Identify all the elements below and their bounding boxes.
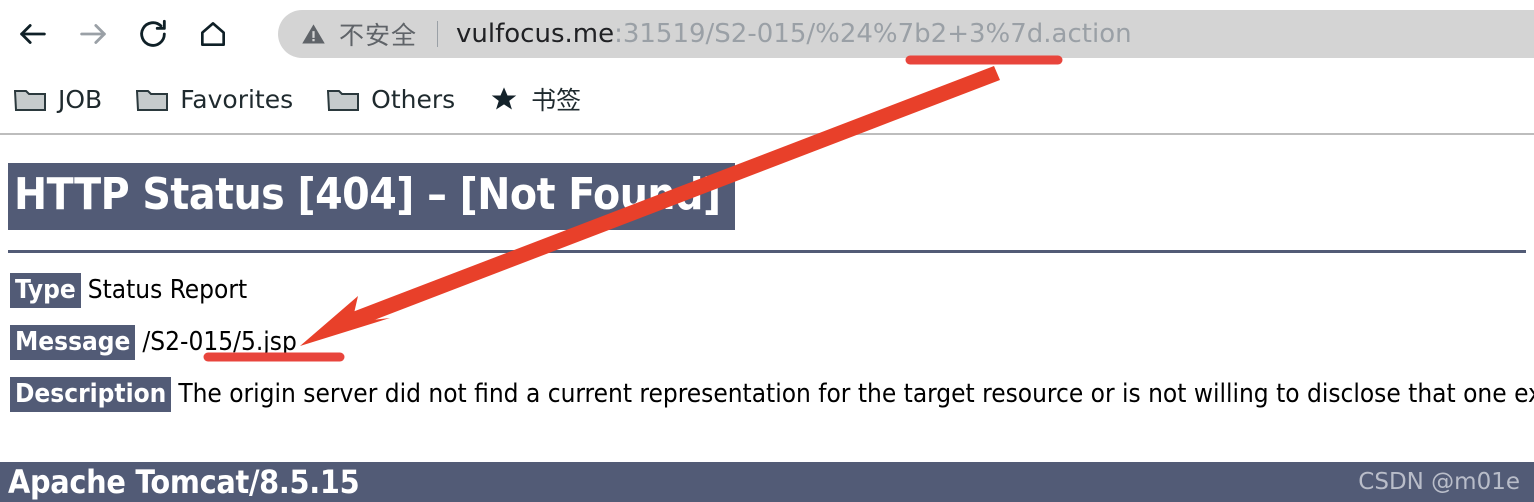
- info-value: /S2-015/5.jsp: [142, 327, 297, 357]
- info-label: Description: [10, 377, 172, 412]
- info-value: Status Report: [87, 275, 248, 305]
- url-host: vulfocus.me: [456, 19, 615, 49]
- bookmark-item-shuqian[interactable]: 书签: [489, 81, 581, 117]
- url-path: :31519/S2-015/%24%7b2+3%7d.action: [614, 19, 1132, 49]
- warning-triangle-icon[interactable]: [300, 21, 327, 48]
- watermark-label: CSDN @m01e: [1358, 469, 1520, 495]
- security-status-label: 不安全: [339, 21, 418, 50]
- info-row-description: Description The origin server did not fin…: [10, 377, 1534, 412]
- star-icon: [489, 85, 519, 113]
- bookmarks-bar: JOB Favorites Others 书签: [0, 68, 1534, 130]
- page-title: HTTP Status [404] – [Not Found]: [14, 169, 721, 220]
- address-bar[interactable]: 不安全 vulfocus.me:31519/S2-015/%24%7b2+3%7…: [278, 10, 1534, 58]
- tomcat-error-page: HTTP Status [404] – [Not Found] Type Stat…: [0, 135, 1534, 412]
- info-value: The origin server did not find a current…: [178, 379, 1534, 409]
- home-button[interactable]: [186, 7, 240, 61]
- home-icon: [197, 18, 229, 50]
- bookmark-item-favorites[interactable]: Favorites: [136, 85, 293, 114]
- back-button[interactable]: [6, 7, 60, 61]
- folder-icon: [136, 86, 169, 112]
- folder-icon: [327, 86, 360, 112]
- bookmark-item-others[interactable]: Others: [327, 85, 455, 114]
- browser-window: 不安全 vulfocus.me:31519/S2-015/%24%7b2+3%7…: [0, 0, 1534, 502]
- bookmark-label: Favorites: [180, 84, 294, 114]
- forward-button[interactable]: [66, 7, 120, 61]
- browser-toolbar: 不安全 vulfocus.me:31519/S2-015/%24%7b2+3%7…: [0, 0, 1534, 68]
- info-row-type: Type Status Report: [10, 273, 1534, 308]
- info-row-message: Message/S2-015/5.jsp: [10, 325, 1534, 360]
- reload-icon: [136, 17, 170, 51]
- status-banner: HTTP Status [404] – [Not Found]: [8, 163, 735, 230]
- footer-banner: Apache Tomcat/8.5.15 CSDN @m01e: [0, 462, 1534, 502]
- horizontal-rule: [8, 250, 1526, 253]
- bookmark-label: 书签: [531, 86, 582, 115]
- info-label: Message: [10, 325, 136, 360]
- bookmark-label: Others: [371, 84, 456, 114]
- bookmark-label: JOB: [58, 84, 103, 114]
- arrow-right-icon: [76, 17, 110, 51]
- info-label: Type: [10, 273, 81, 308]
- omnibox-separator: [437, 21, 439, 47]
- reload-button[interactable]: [126, 7, 180, 61]
- bookmark-item-job[interactable]: JOB: [14, 85, 102, 114]
- server-version-label: Apache Tomcat/8.5.15: [8, 463, 360, 501]
- folder-icon: [14, 86, 46, 112]
- url-text: vulfocus.me:31519/S2-015/%24%7b2+3%7d.ac…: [456, 19, 1132, 49]
- arrow-left-icon: [16, 17, 50, 51]
